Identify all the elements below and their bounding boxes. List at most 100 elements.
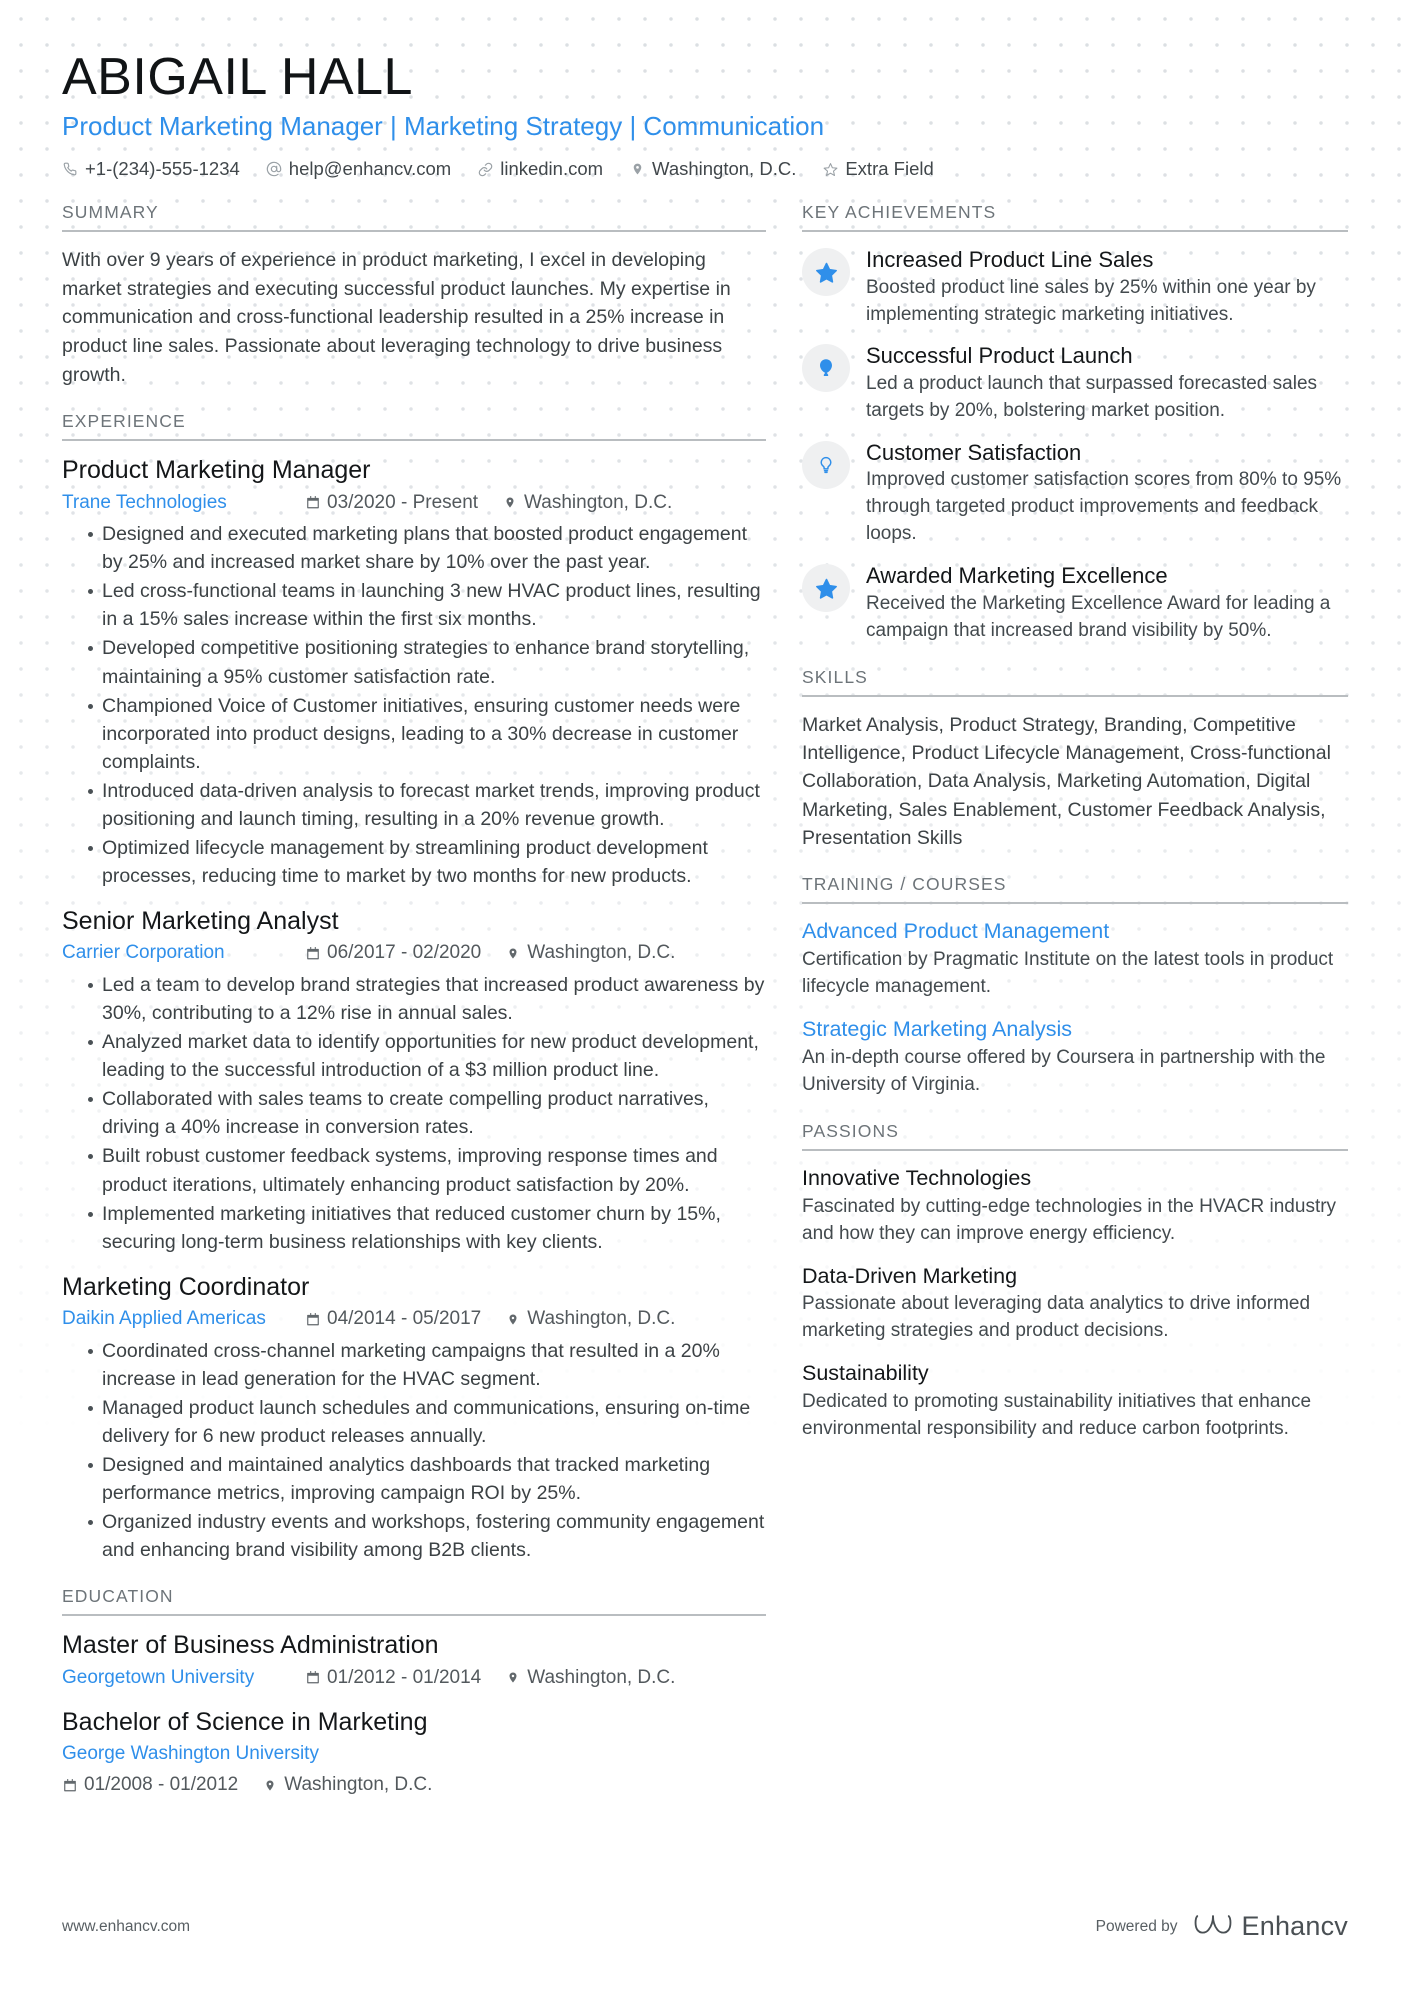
education-meta-secondary: 01/2008 - 01/2012 Washington, D.C. <box>62 1772 766 1799</box>
list-item: Collaborated with sales teams to create … <box>88 1085 766 1141</box>
contact-extra-field-text: Extra Field <box>845 158 934 180</box>
calendar-icon <box>305 1311 320 1328</box>
passion-item: Data-Driven Marketing Passionate about l… <box>802 1263 1348 1346</box>
location-pin-icon <box>629 160 645 178</box>
experience-section-title: EXPERIENCE <box>62 411 766 442</box>
passion-item: Sustainability Dedicated to promoting su… <box>802 1360 1348 1443</box>
experience-dates: 03/2020 - Present <box>305 490 478 517</box>
location-pin-icon <box>505 945 520 962</box>
contact-phone[interactable]: +1-(234)-555-1234 <box>62 158 240 180</box>
course-name[interactable]: Strategic Marketing Analysis <box>802 1016 1348 1043</box>
list-item: Developed competitive positioning strate… <box>88 634 766 690</box>
list-item: Introduced data-driven analysis to forec… <box>88 777 766 833</box>
education-location-text: Washington, D.C. <box>527 1666 676 1688</box>
education-school[interactable]: Georgetown University <box>62 1665 305 1692</box>
experience-location: Washington, D.C. <box>505 940 675 967</box>
list-item: Analyzed market data to identify opportu… <box>88 1028 766 1084</box>
education-dates-text: 01/2008 - 01/2012 <box>84 1773 239 1795</box>
experience-location: Washington, D.C. <box>505 1306 675 1333</box>
education-dates-text: 01/2012 - 01/2014 <box>327 1666 482 1688</box>
summary-text: With over 9 years of experience in produ… <box>62 249 731 386</box>
achievement-body: Successful Product Launch Led a product … <box>866 342 1348 424</box>
experience-location-text: Washington, D.C. <box>527 942 676 964</box>
section-passions: PASSIONS Innovative Technologies Fascina… <box>802 1121 1348 1443</box>
right-column: KEY ACHIEVEMENTS Increased Product Line … <box>802 202 1348 1465</box>
experience-location: Washington, D.C. <box>502 490 672 517</box>
passion-item: Innovative Technologies Fascinated by cu… <box>802 1165 1348 1248</box>
education-meta: Georgetown University 01/2012 - 01/2014 <box>62 1665 766 1692</box>
experience-bullets: Led a team to develop brand strategies t… <box>62 971 766 1256</box>
achievement-badge <box>802 440 850 489</box>
achievement-description: Improved customer satisfaction scores fr… <box>866 469 1342 545</box>
education-degree: Bachelor of Science in Marketing <box>62 1708 428 1737</box>
page-footer: www.enhancv.com Powered by Enhancv <box>62 1910 1348 1943</box>
achievement-badge <box>802 248 850 297</box>
balloon-icon <box>816 356 836 380</box>
contact-location: Washington, D.C. <box>629 158 796 180</box>
achievement-title: Awarded Marketing Excellence <box>866 563 1168 589</box>
experience-company[interactable]: Trane Technologies <box>62 490 305 517</box>
achievement-badge <box>802 344 850 393</box>
achievement-description: Boosted product line sales by 25% within… <box>866 276 1316 325</box>
star-outline-icon <box>822 160 838 178</box>
education-location: Washington, D.C. <box>262 1772 432 1799</box>
footer-website-url[interactable]: www.enhancv.com <box>62 1918 190 1936</box>
contact-linkedin[interactable]: linkedin.com <box>477 158 603 180</box>
candidate-headline: Product Marketing Manager | Marketing St… <box>62 111 825 142</box>
education-meta: George Washington University <box>62 1741 766 1768</box>
achievement-body: Awarded Marketing Excellence Received th… <box>866 562 1348 644</box>
star-icon <box>815 261 838 284</box>
course-name[interactable]: Advanced Product Management <box>802 918 1348 945</box>
course-description: Certification by Pragmatic Institute on … <box>802 948 1334 997</box>
experience-dates-text: 06/2017 - 02/2020 <box>327 942 482 964</box>
section-experience: EXPERIENCE Product Marketing Manager Tra… <box>62 411 766 1564</box>
education-degree: Master of Business Administration <box>62 1631 439 1660</box>
experience-location-text: Washington, D.C. <box>524 491 673 513</box>
experience-company[interactable]: Carrier Corporation <box>62 940 305 967</box>
passions-section-title: PASSIONS <box>802 1121 1348 1151</box>
skills-list-text: Market Analysis, Product Strategy, Brand… <box>802 713 1331 849</box>
link-icon <box>477 160 493 178</box>
education-school[interactable]: George Washington University <box>62 1741 319 1768</box>
passion-description: Dedicated to promoting sustainability in… <box>802 1391 1312 1440</box>
calendar-icon <box>305 945 320 962</box>
course-item: Advanced Product Management Certificatio… <box>802 918 1348 1001</box>
calendar-icon <box>305 494 320 511</box>
education-entry: Master of Business Administration George… <box>62 1630 766 1691</box>
section-summary: SUMMARY With over 9 years of experience … <box>62 202 766 389</box>
section-skills: SKILLS Market Analysis, Product Strategy… <box>802 667 1348 852</box>
at-sign-icon <box>266 160 282 178</box>
left-column: SUMMARY With over 9 years of experience … <box>62 202 802 1821</box>
contact-phone-text: +1-(234)-555-1234 <box>85 158 240 180</box>
education-location: Washington, D.C. <box>505 1665 675 1692</box>
experience-location-text: Washington, D.C. <box>527 1308 676 1330</box>
education-dates: 01/2012 - 01/2014 <box>305 1665 481 1692</box>
contact-email[interactable]: help@enhancv.com <box>266 158 451 180</box>
enhancv-wordmark: Enhancv <box>1241 1911 1348 1941</box>
education-section-title: EDUCATION <box>62 1586 766 1617</box>
summary-section-title: SUMMARY <box>62 202 766 233</box>
achievement-item: Customer Satisfaction Improved customer … <box>802 439 1348 548</box>
list-item: Managed product launch schedules and com… <box>88 1394 766 1450</box>
experience-company[interactable]: Daikin Applied Americas <box>62 1306 305 1333</box>
footer-branding: Powered by Enhancv <box>1096 1910 1348 1943</box>
resume-content: ABIGAIL HALL Product Marketing Manager |… <box>0 0 1410 1821</box>
section-key-achievements: KEY ACHIEVEMENTS Increased Product Line … <box>802 202 1348 645</box>
contact-email-text: help@enhancv.com <box>288 158 452 180</box>
passion-description: Fascinated by cutting-edge technologies … <box>802 1195 1337 1244</box>
list-item: Built robust customer feedback systems, … <box>88 1142 766 1198</box>
achievement-title: Customer Satisfaction <box>866 439 1082 465</box>
body-columns: SUMMARY With over 9 years of experience … <box>62 202 1348 1821</box>
experience-dates-text: 03/2020 - Present <box>327 491 479 513</box>
list-item: Implemented marketing initiatives that r… <box>88 1200 766 1256</box>
contact-linkedin-text: linkedin.com <box>500 158 604 180</box>
location-pin-icon <box>505 1311 520 1328</box>
contact-location-text: Washington, D.C. <box>652 158 797 180</box>
experience-meta: Daikin Applied Americas 04/2014 - 05/201… <box>62 1306 766 1333</box>
list-item: Led a team to develop brand strategies t… <box>88 971 766 1027</box>
location-pin-icon <box>502 494 517 511</box>
candidate-name: ABIGAIL HALL <box>62 48 413 106</box>
education-dates: 01/2008 - 01/2012 <box>62 1772 238 1799</box>
experience-bullets: Coordinated cross-channel marketing camp… <box>62 1337 766 1565</box>
experience-bullets: Designed and executed marketing plans th… <box>62 520 766 890</box>
